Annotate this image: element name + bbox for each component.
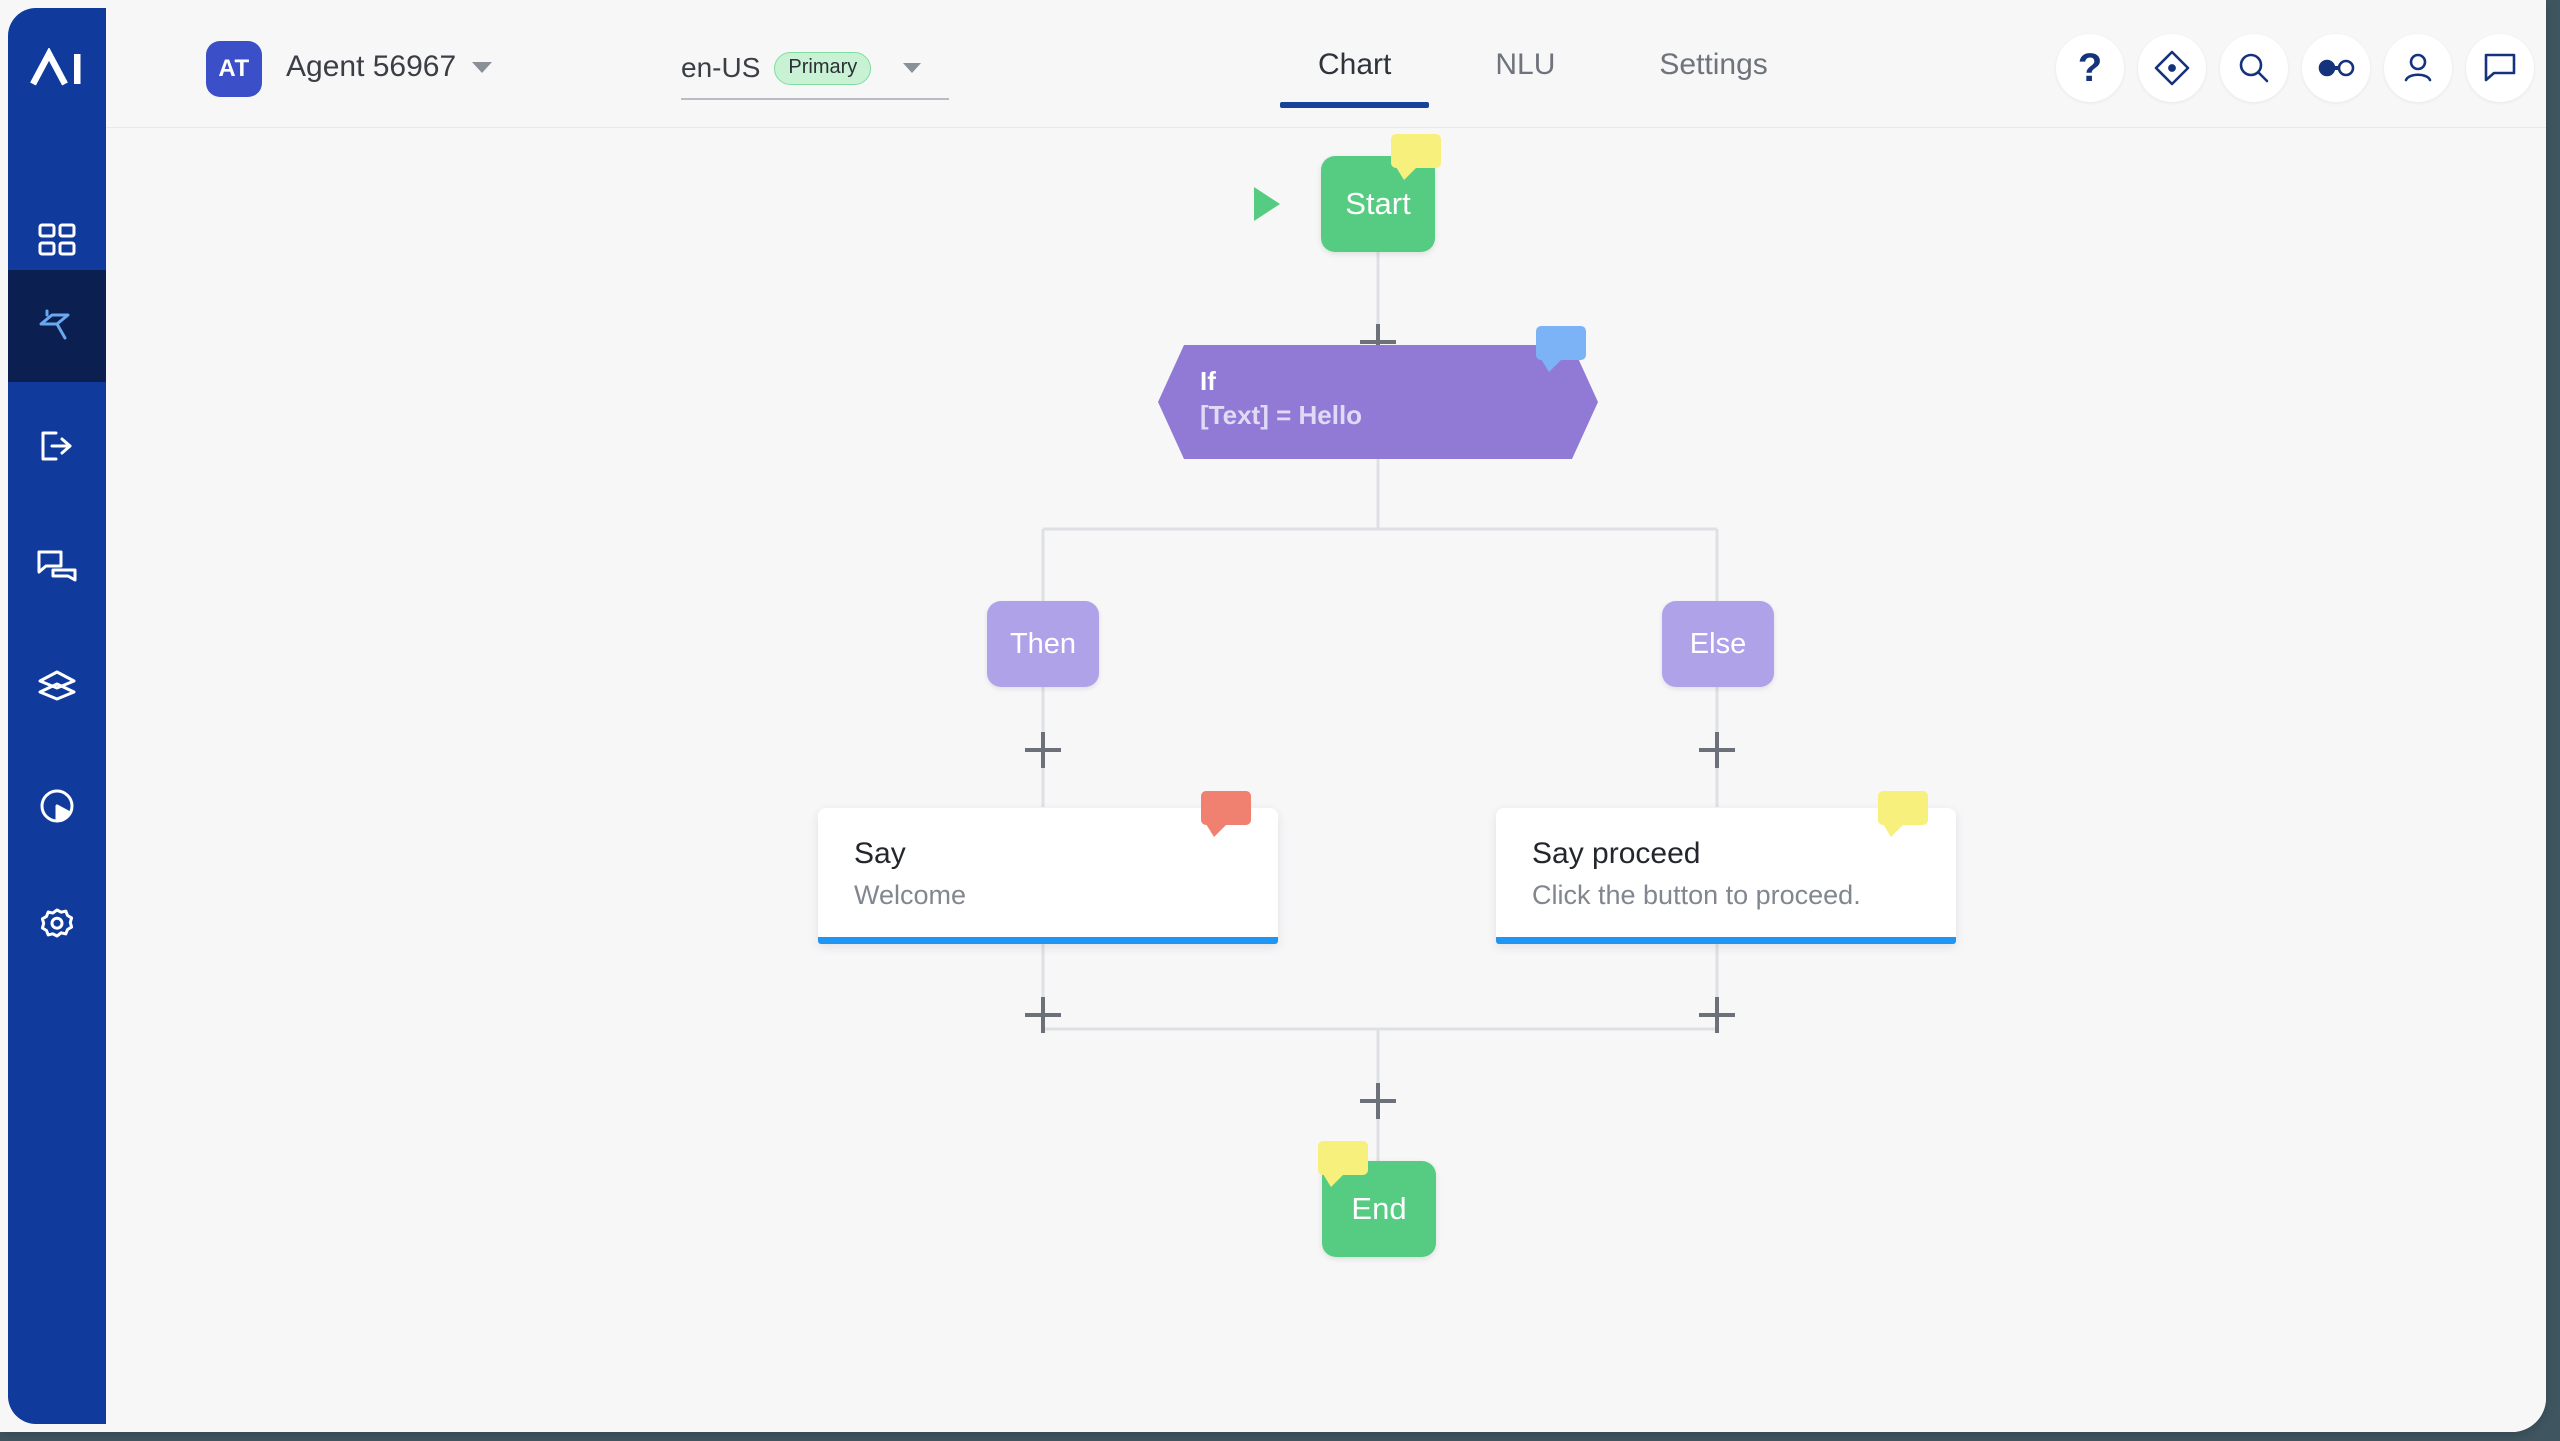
conversations-icon: [35, 546, 79, 586]
language-selector[interactable]: en-US Primary: [681, 38, 949, 100]
node-else[interactable]: Else: [1662, 601, 1774, 687]
node-say-then[interactable]: Say Welcome: [818, 791, 1278, 944]
brand-avatar[interactable]: AT: [206, 41, 262, 97]
sidebar-item-conversations[interactable]: [8, 510, 106, 622]
if-node-body[interactable]: If [Text] = Hello: [1158, 345, 1598, 459]
tab-nlu[interactable]: NLU: [1443, 36, 1607, 108]
sidebar-item-settings[interactable]: [8, 870, 106, 982]
question-mark-icon: ?: [2077, 46, 2103, 90]
pie-chart-icon: [36, 785, 78, 827]
language-code: en-US: [681, 52, 761, 83]
brand-initials: AT: [218, 55, 250, 82]
then-node-body[interactable]: Then: [987, 601, 1099, 687]
run-flow-icon[interactable]: [1254, 187, 1280, 221]
node-start[interactable]: Start: [1254, 134, 1441, 252]
messages-button[interactable]: [2466, 34, 2534, 102]
grid-icon: [37, 222, 77, 262]
paint-roller-icon: [34, 303, 80, 349]
add-node-then-branch[interactable]: [1025, 732, 1061, 768]
help-button[interactable]: ?: [2056, 34, 2124, 102]
tab-bar: Chart NLU Settings: [1266, 36, 1820, 108]
header-actions: ?: [2056, 34, 2534, 102]
flow-canvas[interactable]: Start If [Text] = Hello Then Else Say We…: [106, 129, 2546, 1432]
add-node-after-say-then[interactable]: [1025, 997, 1061, 1033]
node-if[interactable]: If [Text] = Hello: [1158, 326, 1598, 459]
chevron-down-icon: [903, 63, 922, 73]
comment-bubble-icon[interactable]: [1878, 791, 1928, 837]
sidebar-item-flow-builder[interactable]: [8, 270, 106, 382]
search-icon: [2235, 49, 2273, 87]
node-end[interactable]: End: [1318, 1141, 1436, 1257]
agent-selector[interactable]: Agent 56967: [286, 50, 493, 84]
if-condition: [Text] = Hello: [1200, 399, 1363, 430]
end-label: End: [1351, 1191, 1407, 1226]
say-else-text: Click the button to proceed.: [1532, 880, 1861, 910]
top-header: AT Agent 56967 en-US Primary Chart NLU S…: [106, 8, 2546, 128]
start-label: Start: [1345, 186, 1411, 221]
add-node-before-end[interactable]: [1360, 1083, 1396, 1119]
sidebar-item-analytics[interactable]: [8, 750, 106, 862]
status-badge: Primary: [774, 51, 872, 85]
chat-bubble-icon: [2481, 49, 2519, 87]
add-node-after-say-else[interactable]: [1699, 997, 1735, 1033]
else-label: Else: [1689, 627, 1747, 660]
sidebar: [8, 8, 106, 1424]
explore-button[interactable]: [2138, 34, 2206, 102]
connection-toggle-icon: [2315, 54, 2357, 82]
sidebar-item-layers[interactable]: [8, 630, 106, 742]
comment-bubble-icon[interactable]: [1391, 134, 1441, 180]
add-node-else-branch[interactable]: [1699, 732, 1735, 768]
else-node-body[interactable]: Else: [1662, 601, 1774, 687]
export-icon: [36, 425, 78, 467]
search-button[interactable]: [2220, 34, 2288, 102]
account-button[interactable]: [2384, 34, 2452, 102]
say-else-title: Say proceed: [1532, 837, 1701, 870]
sidebar-item-export[interactable]: [8, 390, 106, 502]
say-then-text: Welcome: [854, 880, 967, 910]
node-say-else[interactable]: Say proceed Click the button to proceed.: [1496, 791, 1956, 944]
layers-icon: [35, 666, 79, 706]
start-node-body[interactable]: Start: [1321, 156, 1435, 252]
compass-icon: [2152, 48, 2192, 88]
gear-icon: [36, 905, 78, 947]
app-window: AT Agent 56967 en-US Primary Chart NLU S…: [0, 0, 2546, 1432]
tab-settings[interactable]: Settings: [1607, 36, 1819, 108]
if-title: If: [1200, 366, 1216, 396]
tab-chart[interactable]: Chart: [1266, 36, 1443, 108]
comment-bubble-icon[interactable]: [1318, 1141, 1368, 1187]
chevron-down-icon: [472, 61, 493, 73]
then-label: Then: [1009, 627, 1077, 660]
say-then-title: Say: [854, 837, 906, 870]
connect-button[interactable]: [2302, 34, 2370, 102]
comment-bubble-icon[interactable]: [1536, 326, 1586, 372]
node-then[interactable]: Then: [987, 601, 1099, 687]
app-logo[interactable]: [8, 8, 106, 128]
agent-name: Agent 56967: [286, 50, 457, 83]
comment-bubble-icon[interactable]: [1201, 791, 1251, 837]
user-icon: [2399, 49, 2437, 87]
